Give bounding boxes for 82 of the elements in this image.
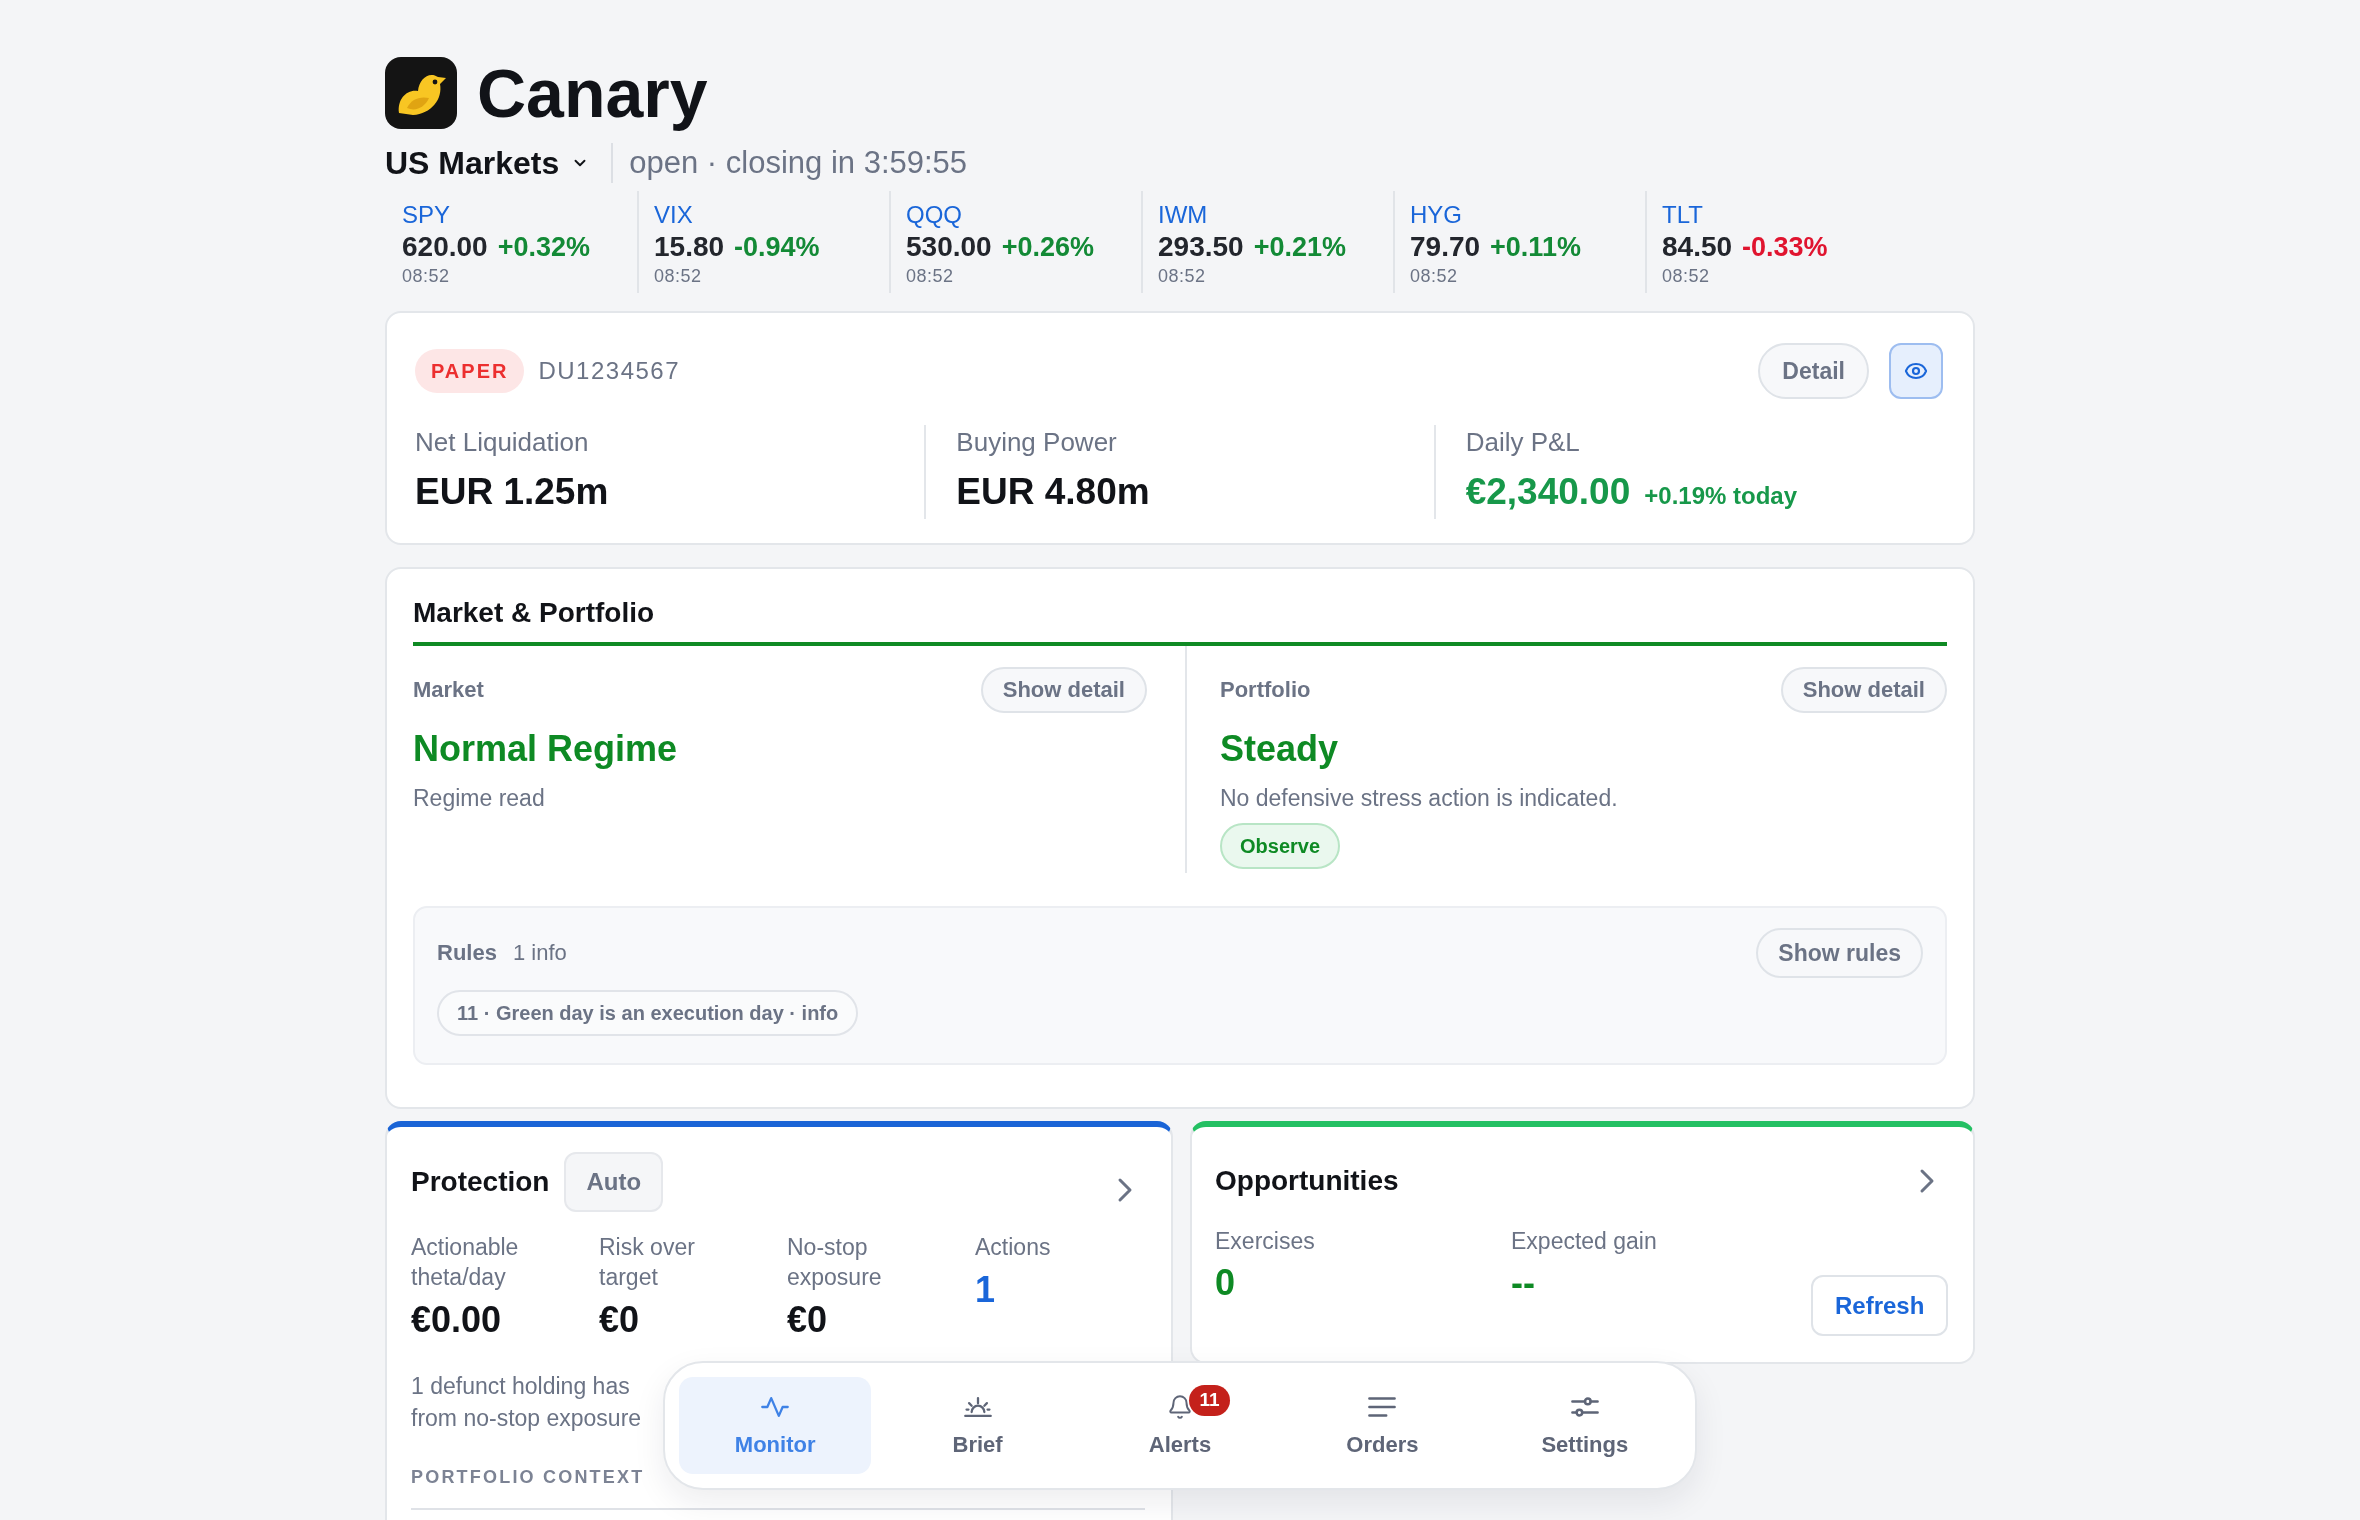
card-title: Opportunities [1215, 1164, 1399, 1198]
ticker-price: 79.70 [1410, 230, 1481, 264]
ticker-change: +0.11% [1490, 231, 1581, 264]
ticker-symbol: SPY [402, 201, 451, 229]
mode-chip: Auto [564, 1152, 664, 1212]
detail-button[interactable]: Detail [1758, 343, 1869, 399]
refresh-button[interactable]: Refresh [1811, 1275, 1949, 1336]
visibility-toggle[interactable] [1889, 343, 1943, 399]
metric-value: 1 [975, 1268, 996, 1312]
panel-label: Portfolio [1220, 677, 1311, 703]
ticker-time: 08:52 [1158, 265, 1206, 287]
ticker-symbol: IWM [1158, 201, 1208, 229]
mode-badge: PAPER [415, 349, 525, 393]
ticker-symbol: VIX [654, 201, 693, 229]
rule-chip: 11 · Green day is an execution day · info [437, 990, 859, 1036]
ticker-change: -0.94% [734, 231, 820, 264]
ticker-time: 08:52 [906, 265, 954, 287]
stat-change: +0.19% today [1644, 481, 1797, 511]
nav-tab[interactable]: Monitor [679, 1377, 872, 1474]
metric-label: Expected gain [1511, 1227, 1657, 1256]
rules-title: Rules [437, 940, 497, 966]
nav-tab[interactable]: Orders [1286, 1377, 1479, 1474]
ticker-change: +0.32% [497, 231, 590, 264]
show-rules-button[interactable]: Show rules [1756, 928, 1923, 978]
metric-value: €0 [599, 1298, 640, 1342]
market-status: open · closing in 3:59:55 [629, 145, 968, 181]
ticker-time: 08:52 [1410, 265, 1458, 287]
ticker-change: -0.33% [1742, 231, 1828, 264]
account-id: DU1234567 [538, 357, 681, 385]
nav-tab[interactable]: 11 Alerts [1083, 1377, 1277, 1474]
note-text: 1 defunct holding has [411, 1372, 630, 1401]
market-selector[interactable]: US Markets [385, 144, 590, 182]
show-detail-button[interactable]: Show detail [1780, 667, 1947, 713]
card-title: Protection [411, 1165, 550, 1199]
metric-value: €0.00 [411, 1298, 502, 1342]
list-lines-icon [1368, 1395, 1397, 1418]
bird-logo-icon [385, 57, 457, 129]
status-description: Regime read [413, 784, 545, 813]
metric-label: Risk over target [599, 1233, 696, 1292]
ticker-price: 293.50 [1158, 230, 1244, 264]
status-description: No defensive stress action is indicated. [1220, 784, 1618, 813]
status-heading: Normal Regime [413, 727, 678, 771]
note-text: from no-stop exposure [411, 1404, 642, 1433]
stat-value: EUR 1.25m [415, 470, 609, 514]
count-badge: 11 [1189, 1384, 1230, 1416]
stat-label: Daily P&L [1465, 426, 1580, 459]
ticker-change: +0.26% [1001, 231, 1094, 264]
ticker-price: 620.00 [402, 230, 488, 264]
metric-label: No-stop exposure [787, 1233, 883, 1292]
status-heading: Steady [1220, 727, 1339, 771]
stat-label: Net Liquidation [415, 426, 589, 459]
ticker-change: +0.21% [1253, 231, 1346, 264]
metric-value: -- [1511, 1261, 1535, 1305]
metric-value: 0 [1215, 1261, 1236, 1305]
rules-count: 1 info [512, 940, 567, 966]
metric-value: €0 [787, 1298, 828, 1342]
nav-tab[interactable]: Settings [1488, 1377, 1681, 1474]
stat-value: €2,340.00 [1465, 470, 1631, 514]
status-tag: Observe [1220, 823, 1341, 869]
card-title: Market & Portfolio [413, 596, 655, 630]
panel-label: Market [413, 677, 484, 703]
ticker-time: 08:52 [1662, 265, 1710, 287]
nav-tab[interactable]: Brief [881, 1377, 1074, 1474]
ticker-price: 530.00 [906, 230, 992, 264]
show-detail-button[interactable]: Show detail [980, 667, 1147, 713]
bell-icon [1167, 1393, 1193, 1420]
pulse-icon [761, 1395, 790, 1418]
stat-value: EUR 4.80m [956, 470, 1150, 514]
ticker-price: 84.50 [1662, 230, 1733, 264]
sunrise-icon [963, 1395, 992, 1418]
metric-label: Actionable theta/day [411, 1233, 520, 1292]
metric-label: Exercises [1215, 1227, 1315, 1256]
ticker-time: 08:52 [402, 265, 450, 287]
ticker-symbol: HYG [1410, 201, 1462, 229]
ticker-time: 08:52 [654, 265, 702, 287]
ticker-price: 15.80 [654, 230, 725, 264]
stat-label: Buying Power [956, 426, 1117, 459]
sliders-icon [1570, 1395, 1599, 1418]
ticker-symbol: TLT [1662, 201, 1703, 229]
section-heading: PORTFOLIO CONTEXT [411, 1466, 645, 1489]
ticker-symbol: QQQ [906, 201, 962, 229]
metric-label: Actions [975, 1233, 1051, 1262]
